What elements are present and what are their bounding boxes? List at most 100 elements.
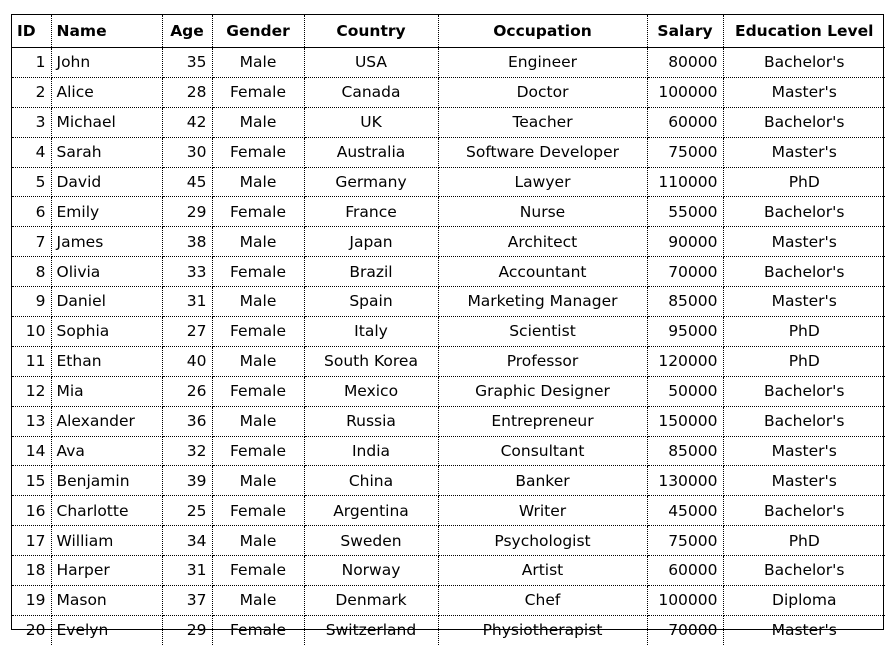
cell-age[interactable]: 42 xyxy=(162,107,213,138)
cell-name[interactable]: Sarah xyxy=(51,137,163,168)
cell-salary[interactable]: 60000 xyxy=(647,555,724,587)
cell-age[interactable]: 45 xyxy=(162,167,213,198)
cell-gender[interactable]: Male xyxy=(212,525,305,557)
cell-gender[interactable]: Male xyxy=(212,406,305,437)
cell-salary[interactable]: 85000 xyxy=(647,436,724,467)
cell-country[interactable]: UK xyxy=(304,107,439,138)
cell-salary[interactable]: 100000 xyxy=(647,585,724,616)
cell-occupation[interactable]: Artist xyxy=(438,555,648,587)
cell-education[interactable]: Master's xyxy=(723,465,885,497)
cell-age[interactable]: 40 xyxy=(162,346,213,377)
cell-age[interactable]: 29 xyxy=(162,615,213,645)
cell-education[interactable]: Master's xyxy=(723,77,885,108)
cell-gender[interactable]: Female xyxy=(212,316,305,347)
cell-salary[interactable]: 120000 xyxy=(647,346,724,377)
cell-age[interactable]: 38 xyxy=(162,226,213,258)
cell-education[interactable]: Bachelor's xyxy=(723,376,885,407)
table-row[interactable]: 13 Alexander 36 Male Russia Entrepreneur 15000… xyxy=(12,406,885,437)
cell-salary[interactable]: 100000 xyxy=(647,77,724,108)
cell-id[interactable]: 11 xyxy=(12,346,52,377)
cell-salary[interactable]: 130000 xyxy=(647,465,724,497)
cell-occupation[interactable]: Chef xyxy=(438,585,648,616)
cell-salary[interactable]: 75000 xyxy=(647,525,724,557)
cell-name[interactable]: William xyxy=(51,525,163,557)
cell-country[interactable]: India xyxy=(304,436,439,467)
cell-occupation[interactable]: Software Developer xyxy=(438,137,648,168)
cell-name[interactable]: John xyxy=(51,47,163,78)
cell-age[interactable]: 34 xyxy=(162,525,213,557)
cell-id[interactable]: 16 xyxy=(12,495,52,527)
cell-occupation[interactable]: Teacher xyxy=(438,107,648,138)
cell-id[interactable]: 8 xyxy=(12,256,52,288)
cell-name[interactable]: Harper xyxy=(51,555,163,587)
column-header-education-level[interactable]: Education Level xyxy=(723,15,885,48)
cell-salary[interactable]: 55000 xyxy=(647,196,724,228)
cell-country[interactable]: Switzerland xyxy=(304,615,439,645)
table-row[interactable]: 3 Michael 42 Male UK Teacher 60000 Bachelor's xyxy=(12,107,885,138)
cell-name[interactable]: Mason xyxy=(51,585,163,616)
cell-education[interactable]: PhD xyxy=(723,346,885,377)
cell-name[interactable]: Mia xyxy=(51,376,163,407)
cell-occupation[interactable]: Physiotherapist xyxy=(438,615,648,645)
cell-occupation[interactable]: Psychologist xyxy=(438,525,648,557)
cell-gender[interactable]: Female xyxy=(212,77,305,108)
cell-education[interactable]: PhD xyxy=(723,316,885,347)
cell-salary[interactable]: 150000 xyxy=(647,406,724,437)
cell-id[interactable]: 5 xyxy=(12,167,52,198)
cell-country[interactable]: South Korea xyxy=(304,346,439,377)
cell-salary[interactable]: 80000 xyxy=(647,47,724,78)
cell-age[interactable]: 31 xyxy=(162,286,213,318)
cell-age[interactable]: 31 xyxy=(162,555,213,587)
cell-gender[interactable]: Male xyxy=(212,286,305,318)
cell-country[interactable]: Japan xyxy=(304,226,439,258)
cell-gender[interactable]: Female xyxy=(212,615,305,645)
table-row[interactable]: 4 Sarah 30 Female Australia Software Develope… xyxy=(12,137,885,168)
table-row[interactable]: 16 Charlotte 25 Female Argentina Writer 45000 B… xyxy=(12,495,885,527)
cell-occupation[interactable]: Marketing Manager xyxy=(438,286,648,318)
cell-id[interactable]: 7 xyxy=(12,226,52,258)
cell-id[interactable]: 18 xyxy=(12,555,52,587)
cell-id[interactable]: 15 xyxy=(12,465,52,497)
cell-gender[interactable]: Male xyxy=(212,585,305,616)
cell-education[interactable]: Master's xyxy=(723,226,885,258)
cell-name[interactable]: Ava xyxy=(51,436,163,467)
cell-name[interactable]: Evelyn xyxy=(51,615,163,645)
cell-age[interactable]: 39 xyxy=(162,465,213,497)
cell-education[interactable]: Master's xyxy=(723,615,885,644)
cell-salary[interactable]: 50000 xyxy=(647,376,724,407)
cell-age[interactable]: 37 xyxy=(162,585,213,616)
cell-age[interactable]: 25 xyxy=(162,495,213,527)
cell-gender[interactable]: Male xyxy=(212,107,305,138)
cell-salary[interactable]: 90000 xyxy=(647,226,724,258)
cell-gender[interactable]: Female xyxy=(212,495,305,527)
cell-occupation[interactable]: Nurse xyxy=(438,196,648,228)
cell-salary[interactable]: 60000 xyxy=(647,107,724,138)
cell-country[interactable]: Germany xyxy=(304,167,439,198)
cell-country[interactable]: Sweden xyxy=(304,525,439,557)
cell-occupation[interactable]: Entrepreneur xyxy=(438,406,648,437)
column-header-id[interactable]: ID xyxy=(12,15,52,48)
table-row[interactable]: 17 William 34 Male Sweden Psychologist 75000 Ph… xyxy=(12,525,885,557)
cell-id[interactable]: 6 xyxy=(12,196,52,228)
cell-age[interactable]: 28 xyxy=(162,77,213,108)
table-row[interactable]: 1 John 35 Male USA Engineer 80000 Bachelor's xyxy=(12,47,885,78)
cell-age[interactable]: 36 xyxy=(162,406,213,437)
cell-salary[interactable]: 70000 xyxy=(647,615,724,645)
cell-education[interactable]: Bachelor's xyxy=(723,555,885,587)
cell-name[interactable]: Alexander xyxy=(51,406,163,437)
cell-salary[interactable]: 85000 xyxy=(647,286,724,318)
cell-name[interactable]: Benjamin xyxy=(51,465,163,497)
column-header-gender[interactable]: Gender xyxy=(212,15,305,48)
cell-id[interactable]: 9 xyxy=(12,286,52,318)
cell-education[interactable]: Bachelor's xyxy=(723,47,885,78)
cell-id[interactable]: 17 xyxy=(12,525,52,557)
cell-gender[interactable]: Female xyxy=(212,376,305,407)
cell-gender[interactable]: Female xyxy=(212,137,305,168)
cell-id[interactable]: 4 xyxy=(12,137,52,168)
cell-occupation[interactable]: Accountant xyxy=(438,256,648,288)
cell-occupation[interactable]: Professor xyxy=(438,346,648,377)
table-row[interactable]: 9 Daniel 31 Male Spain Marketing Manager 85000… xyxy=(12,286,885,318)
cell-gender[interactable]: Male xyxy=(212,346,305,377)
cell-age[interactable]: 29 xyxy=(162,196,213,228)
table-row[interactable]: 8 Olivia 33 Female Brazil Accountant 70000 Bach… xyxy=(12,256,885,288)
